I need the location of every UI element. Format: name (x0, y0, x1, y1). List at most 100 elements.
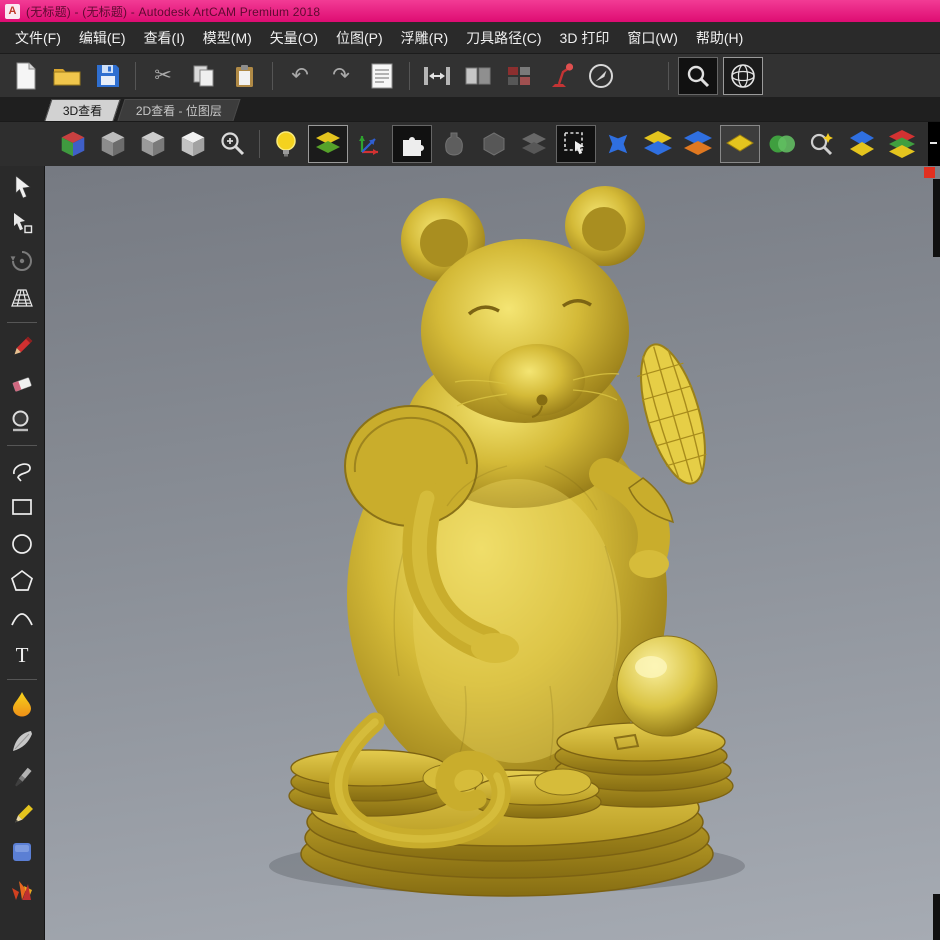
green-circles-icon (769, 135, 795, 153)
origin-axes-button[interactable] (352, 126, 388, 162)
feather-tool-button[interactable] (5, 726, 39, 756)
toolbar-overflow-handle[interactable] (928, 121, 940, 167)
circle-tool-button[interactable] (5, 529, 39, 559)
crystal-tool-button[interactable] (5, 874, 39, 904)
relief-stack-button[interactable] (516, 126, 552, 162)
rectangle-outline-icon (12, 499, 32, 515)
compass-rotate-icon (589, 63, 613, 88)
merge-circles-button[interactable] (764, 126, 800, 162)
airbrush-tool-button[interactable] (5, 763, 39, 793)
titlebar[interactable]: A (无标题) - (无标题) - Autodesk ArtCAM Premiu… (0, 0, 940, 22)
3d-sphere-view-button[interactable] (723, 56, 763, 95)
new-file-button[interactable] (8, 58, 44, 94)
rectangle-tool-button[interactable] (5, 492, 39, 522)
cut-button[interactable]: ✂ (145, 58, 181, 94)
tile-mosaic-icon (508, 66, 530, 85)
set-position-button[interactable] (460, 58, 496, 94)
layer-yellow-blue-button[interactable] (640, 126, 676, 162)
droplet-tool-button[interactable] (5, 689, 39, 719)
view-along-x-button[interactable] (95, 126, 131, 162)
menu-help[interactable]: 帮助(H) (687, 22, 752, 54)
layer-blue-yellow-diamond-button[interactable] (844, 126, 880, 162)
right-edge-strip-bottom (933, 894, 940, 940)
eraser-tool-button[interactable] (5, 369, 39, 399)
text-tool-button[interactable]: T (5, 640, 39, 670)
paste-button[interactable] (227, 58, 263, 94)
toggle-light-button[interactable] (268, 126, 304, 162)
menu-3d-print[interactable]: 3D 打印 (551, 22, 619, 54)
polyline-tool-button[interactable] (5, 455, 39, 485)
panels-icon (465, 67, 491, 84)
arc-tool-button[interactable] (5, 603, 39, 633)
rotate-view-button[interactable] (583, 58, 619, 94)
tab-2d-view-label: 2D查看 - 位图层 (136, 104, 223, 118)
puzzle-tool-button[interactable] (392, 125, 432, 163)
xyz-axes-icon (359, 136, 378, 155)
draw-pencil-tool-button[interactable] (5, 332, 39, 362)
select-region-button[interactable] (556, 125, 596, 163)
set-size-button[interactable] (419, 58, 455, 94)
cut-scissors-icon: ✂ (154, 63, 172, 87)
sketch-pencil-tool-button[interactable] (5, 800, 39, 830)
viewport-3d[interactable] (45, 166, 940, 940)
rat-statue-model (269, 186, 745, 897)
toolbar-separator (272, 61, 273, 90)
blue-swatch-tool-button[interactable] (5, 837, 39, 867)
wireframe-sphere-icon (731, 63, 755, 88)
menu-model[interactable]: 模型(M) (194, 22, 261, 54)
notes-button[interactable] (364, 58, 400, 94)
blue-orange-layers-icon (684, 131, 712, 155)
tab-2d-view-bitmap-layer[interactable]: 2D查看 - 位图层 (117, 99, 241, 121)
perspective-grid-tool-button[interactable] (5, 283, 39, 313)
gray-cube-icon (141, 131, 165, 157)
menu-file[interactable]: 文件(F) (6, 22, 70, 54)
lasso-polyline-icon (13, 463, 31, 482)
rail-separator (7, 322, 37, 323)
zoom-preview-button[interactable] (804, 126, 840, 162)
zoom-plus-icon (221, 132, 245, 156)
droplet-icon (13, 692, 31, 717)
menu-toolpaths[interactable]: 刀具路径(C) (457, 22, 550, 54)
zoom-tool-button[interactable] (678, 56, 718, 95)
left-tool-rail: T (0, 166, 45, 940)
material-shading-button[interactable] (308, 125, 348, 163)
desk-lamp-icon (552, 62, 573, 87)
menu-vector[interactable]: 矢量(O) (261, 22, 327, 54)
copy-button[interactable] (186, 58, 222, 94)
undo-arrow-icon: ↶ (291, 63, 309, 87)
layer-blue-orange-button[interactable] (680, 126, 716, 162)
right-edge-strip-top (933, 179, 940, 257)
view-along-z-button[interactable] (175, 126, 211, 162)
tab-3d-view[interactable]: 3D查看 (44, 99, 121, 121)
toolbar-separator (135, 61, 136, 90)
view-tab-strip: 3D查看 2D查看 - 位图层 (0, 97, 940, 121)
menu-edit[interactable]: 编辑(E) (70, 22, 135, 54)
node-edit-tool-button[interactable] (5, 209, 39, 239)
relief-jar-button[interactable] (436, 126, 472, 162)
transform-tool-button[interactable] (5, 246, 39, 276)
save-button[interactable] (90, 58, 126, 94)
flood-fill-tool-button[interactable] (5, 406, 39, 436)
relief-plane-button[interactable] (720, 125, 760, 163)
light-settings-button[interactable] (542, 58, 578, 94)
menu-view[interactable]: 查看(I) (135, 22, 194, 54)
open-folder-icon (53, 68, 81, 85)
view-along-y-button[interactable] (135, 126, 171, 162)
node-arrow-icon (14, 213, 33, 234)
open-file-button[interactable] (49, 58, 85, 94)
relief-hexagon-button[interactable] (476, 126, 512, 162)
gray-layers-icon (522, 133, 546, 154)
blue-square-icon (13, 843, 31, 861)
vector-star-button[interactable] (600, 126, 636, 162)
undo-button[interactable]: ↶ (282, 58, 318, 94)
iso-view-color-button[interactable] (55, 126, 91, 162)
menu-bitmap[interactable]: 位图(P) (327, 22, 392, 54)
menu-window[interactable]: 窗口(W) (618, 22, 687, 54)
mosaic-button[interactable] (501, 58, 537, 94)
menu-relief[interactable]: 浮雕(R) (392, 22, 457, 54)
zoom-in-button[interactable] (215, 126, 251, 162)
select-tool-button[interactable] (5, 172, 39, 202)
polygon-tool-button[interactable] (5, 566, 39, 596)
layer-rgb-stack-button[interactable] (884, 126, 920, 162)
redo-button[interactable]: ↷ (323, 58, 359, 94)
